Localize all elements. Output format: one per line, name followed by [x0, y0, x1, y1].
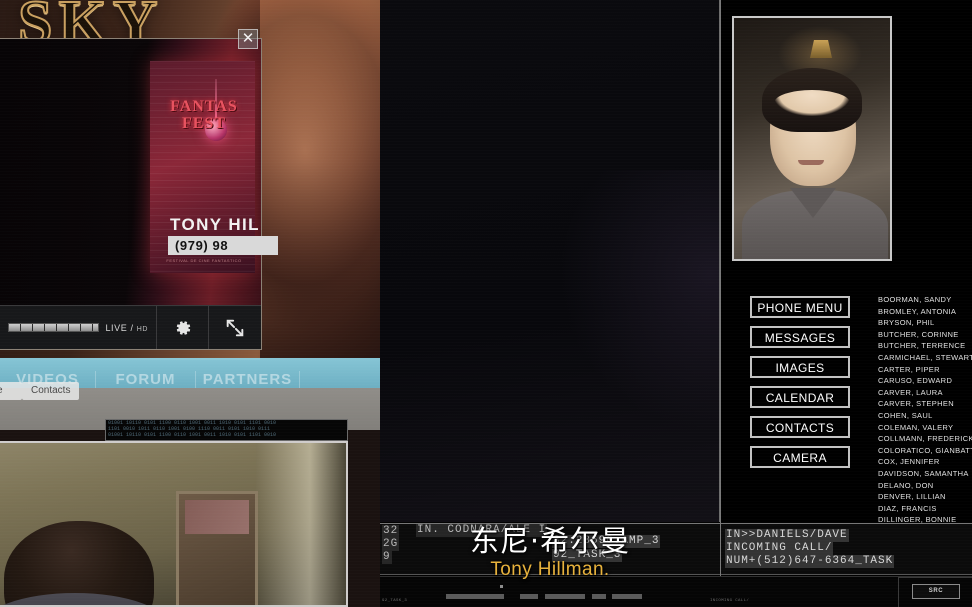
list-item[interactable]: DAVIDSON, SAMANTHA — [878, 468, 972, 480]
terminal-left: 32 2G 9 IN. CODNARA/ALE I 32:23690.AMP_3… — [380, 523, 720, 575]
phone-menu-button[interactable]: PHONE MENU — [750, 296, 850, 318]
poster-title-line1: FANTAS — [170, 98, 238, 115]
list-item[interactable]: BOORMAN, SANDY — [878, 294, 972, 306]
browser-tab-partial[interactable]: e — [0, 382, 22, 400]
player-control-bar: LIVE / HD — [0, 305, 261, 349]
contact-portrait — [732, 16, 892, 261]
contacts-list[interactable]: BOORMAN, SANDY BROMLEY, ANTONIA BRYSON, … — [878, 294, 972, 526]
terminal-left-top-fragment: IN. CODNARA/ALE I — [416, 524, 548, 537]
browser-tab-contacts[interactable]: Contacts — [22, 382, 80, 400]
poster-title: FANTAS FEST — [156, 98, 252, 133]
phone-menu-buttons: PHONE MENU MESSAGES IMAGES CALENDAR CONT… — [750, 296, 850, 468]
fullscreen-button[interactable] — [209, 306, 261, 349]
expand-icon — [226, 319, 244, 336]
live-status-label: LIVE / HD — [105, 323, 148, 333]
webcam-window[interactable] — [0, 441, 348, 607]
code-strip-line-3: 01001 10110 0101 1100 0110 1001 0011 101… — [108, 432, 277, 438]
screen-capture: SKY FANTAS FEST FESTIVAL DE CINE FANTAST… — [0, 0, 972, 607]
list-item[interactable]: BUTCHER, TERRENCE — [878, 340, 972, 352]
terminal-left-fragment-3: 9 — [382, 551, 392, 564]
list-item[interactable]: COX, JENNIFER — [878, 456, 972, 468]
terminal-right: IN>>DANIELS/DAVE INCOMING CALL/ NUM+(512… — [721, 523, 972, 575]
list-item[interactable]: CARTER, PIPER — [878, 364, 972, 376]
list-item[interactable]: CARVER, STEPHEN — [878, 398, 972, 410]
nav-item-forum[interactable]: FORUM — [96, 370, 196, 388]
video-poster-frame: FANTAS FEST FESTIVAL DE CINE FANTASTICO — [0, 39, 261, 305]
footer-bar — [446, 594, 504, 599]
portrait-hair — [762, 68, 862, 132]
footer-dot — [500, 585, 503, 588]
list-item[interactable]: CARUSO, EDWARD — [878, 375, 972, 387]
images-button[interactable]: IMAGES — [750, 356, 850, 378]
terminal-left-fragment-1: 32 — [382, 525, 400, 538]
live-label: LIVE / — [105, 322, 134, 333]
video-player[interactable]: FANTAS FEST FESTIVAL DE CINE FANTASTICO … — [0, 38, 262, 350]
main-video-surface[interactable] — [380, 0, 720, 522]
terminal-left-fragment-2: 2G — [382, 538, 400, 551]
movie-site-backdrop: SKY FANTAS FEST FESTIVAL DE CINE FANTAST… — [0, 0, 380, 607]
list-item[interactable]: BUTCHER, CORINNE — [878, 329, 972, 341]
seek-slider[interactable] — [8, 323, 100, 332]
src-button[interactable]: SRC — [912, 584, 960, 599]
footer-micro-text: INCOMING CALL/ — [710, 599, 750, 603]
camera-button[interactable]: CAMERA — [750, 446, 850, 468]
list-item[interactable]: CARMICHAEL, STEWART — [878, 352, 972, 364]
list-item[interactable]: COLLMANN, FREDERICK — [878, 433, 972, 445]
list-item[interactable]: DELANO, DON — [878, 480, 972, 492]
list-item[interactable]: COHEN, SAUL — [878, 410, 972, 422]
list-item[interactable]: DIAZ, FRANCIS — [878, 503, 972, 515]
contact-phone-number: (979) 98 — [168, 236, 278, 255]
terminal-footer: 92_TASK_3 INCOMING CALL/ — [380, 576, 972, 607]
terminal-left-line-2: 92_TASK_3 — [552, 549, 623, 562]
poster-title-line2: FEST — [181, 114, 226, 132]
portrait-mouth — [798, 160, 824, 165]
gear-icon — [176, 320, 190, 335]
terminal-left-line-1: 32:23690.AMP_3 — [552, 535, 661, 548]
footer-bar — [545, 594, 585, 599]
contact-name: TONY HIL — [170, 215, 260, 234]
footer-micro-text: 92_TASK_3 — [382, 599, 408, 603]
poster-subtitle: FESTIVAL DE CINE FANTASTICO — [166, 258, 242, 263]
code-strip: 01001 10110 0101 1100 0110 1001 0011 101… — [105, 419, 348, 441]
quality-label: HD — [136, 325, 148, 333]
calendar-button[interactable]: CALENDAR — [750, 386, 850, 408]
footer-bar — [592, 594, 606, 599]
list-item[interactable]: BROMLEY, ANTONIA — [878, 306, 972, 318]
close-button[interactable]: ✕ — [238, 29, 258, 49]
footer-bar — [520, 594, 538, 599]
list-item[interactable]: CARVER, LAURA — [878, 387, 972, 399]
list-item[interactable]: DENVER, LILLIAN — [878, 491, 972, 503]
messages-button[interactable]: MESSAGES — [750, 326, 850, 348]
list-item[interactable]: COLEMAN, VALERY — [878, 422, 972, 434]
webcam-picture-frame — [176, 491, 258, 605]
footer-bar — [612, 594, 642, 599]
nav-item-partners[interactable]: PARTNERS — [196, 370, 300, 388]
webcam-wall — [256, 443, 346, 605]
list-item[interactable]: COLORATICO, GIANBATT — [878, 445, 972, 457]
list-item[interactable]: BRYSON, PHIL — [878, 317, 972, 329]
player-scrubber-zone[interactable]: LIVE / HD — [0, 306, 157, 349]
contacts-button[interactable]: CONTACTS — [750, 416, 850, 438]
settings-button[interactable] — [157, 306, 209, 349]
terminal-right-line-3: NUM+(512)647-6364_TASK — [725, 555, 895, 568]
